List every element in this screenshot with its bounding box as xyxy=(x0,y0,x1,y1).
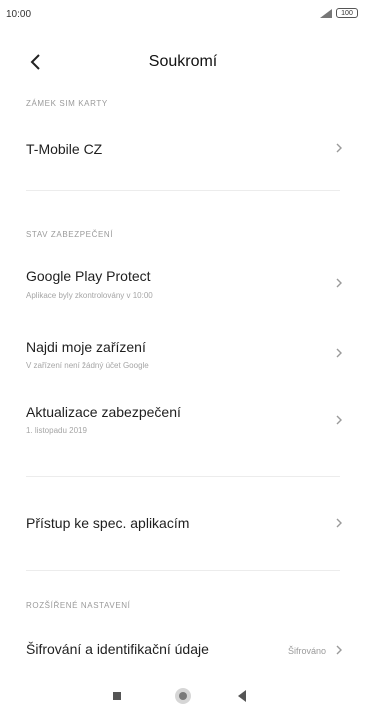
home-circle-icon[interactable] xyxy=(175,688,191,704)
signal-icon xyxy=(320,8,332,18)
divider xyxy=(26,190,340,191)
row-title: Google Play Protect xyxy=(26,268,151,284)
divider xyxy=(26,570,340,571)
back-triangle-icon[interactable] xyxy=(238,690,246,702)
row-google-play-protect[interactable]: Google Play Protect Aplikace byly zkontr… xyxy=(0,260,366,310)
row-title: Přístup ke spec. aplikacím xyxy=(26,515,190,531)
section-header-sim-lock: ZÁMEK SIM KARTY xyxy=(26,99,108,108)
app-header: Soukromí xyxy=(0,44,366,80)
section-header-security-status: STAV ZABEZPEČENÍ xyxy=(26,230,114,239)
chevron-right-icon xyxy=(334,516,344,530)
row-t-mobile[interactable]: T-Mobile CZ xyxy=(0,128,366,168)
row-title: T-Mobile CZ xyxy=(26,141,103,157)
chevron-right-icon xyxy=(334,643,344,657)
chevron-right-icon xyxy=(334,413,344,427)
status-time: 10:00 xyxy=(6,9,32,20)
row-title: Najdi moje zařízení xyxy=(26,339,146,355)
chevron-right-icon xyxy=(334,276,344,290)
row-value: Šifrováno xyxy=(287,646,326,656)
status-bar: 10:00 100 xyxy=(0,0,366,30)
battery-icon: 100 xyxy=(336,8,358,18)
row-security-update[interactable]: Aktualizace zabezpečení 1. listopadu 201… xyxy=(0,396,366,446)
divider xyxy=(26,476,340,477)
recents-square-icon[interactable] xyxy=(113,692,121,700)
row-subtitle: Aplikace byly zkontrolovány v 10:00 xyxy=(26,291,153,300)
status-icons: 100 xyxy=(320,8,358,18)
navigation-bar xyxy=(0,680,366,722)
chevron-right-icon xyxy=(334,141,344,155)
row-subtitle: 1. listopadu 2019 xyxy=(26,426,87,435)
section-header-advanced: ROZŠÍŘENÉ NASTAVENÍ xyxy=(26,601,131,610)
row-title: Aktualizace zabezpečení xyxy=(26,404,181,420)
row-title: Šifrování a identifikační údaje xyxy=(26,641,209,657)
chevron-right-icon xyxy=(334,346,344,360)
row-find-my-device[interactable]: Najdi moje zařízení V zařízení není žádn… xyxy=(0,330,366,380)
page-title: Soukromí xyxy=(148,53,218,70)
row-subtitle: V zařízení není žádný účet Google xyxy=(26,361,149,370)
row-encryption-credentials[interactable]: Šifrování a identifikační údaje Šifrován… xyxy=(0,630,366,670)
row-special-app-access[interactable]: Přístup ke spec. aplikacím xyxy=(0,505,366,545)
